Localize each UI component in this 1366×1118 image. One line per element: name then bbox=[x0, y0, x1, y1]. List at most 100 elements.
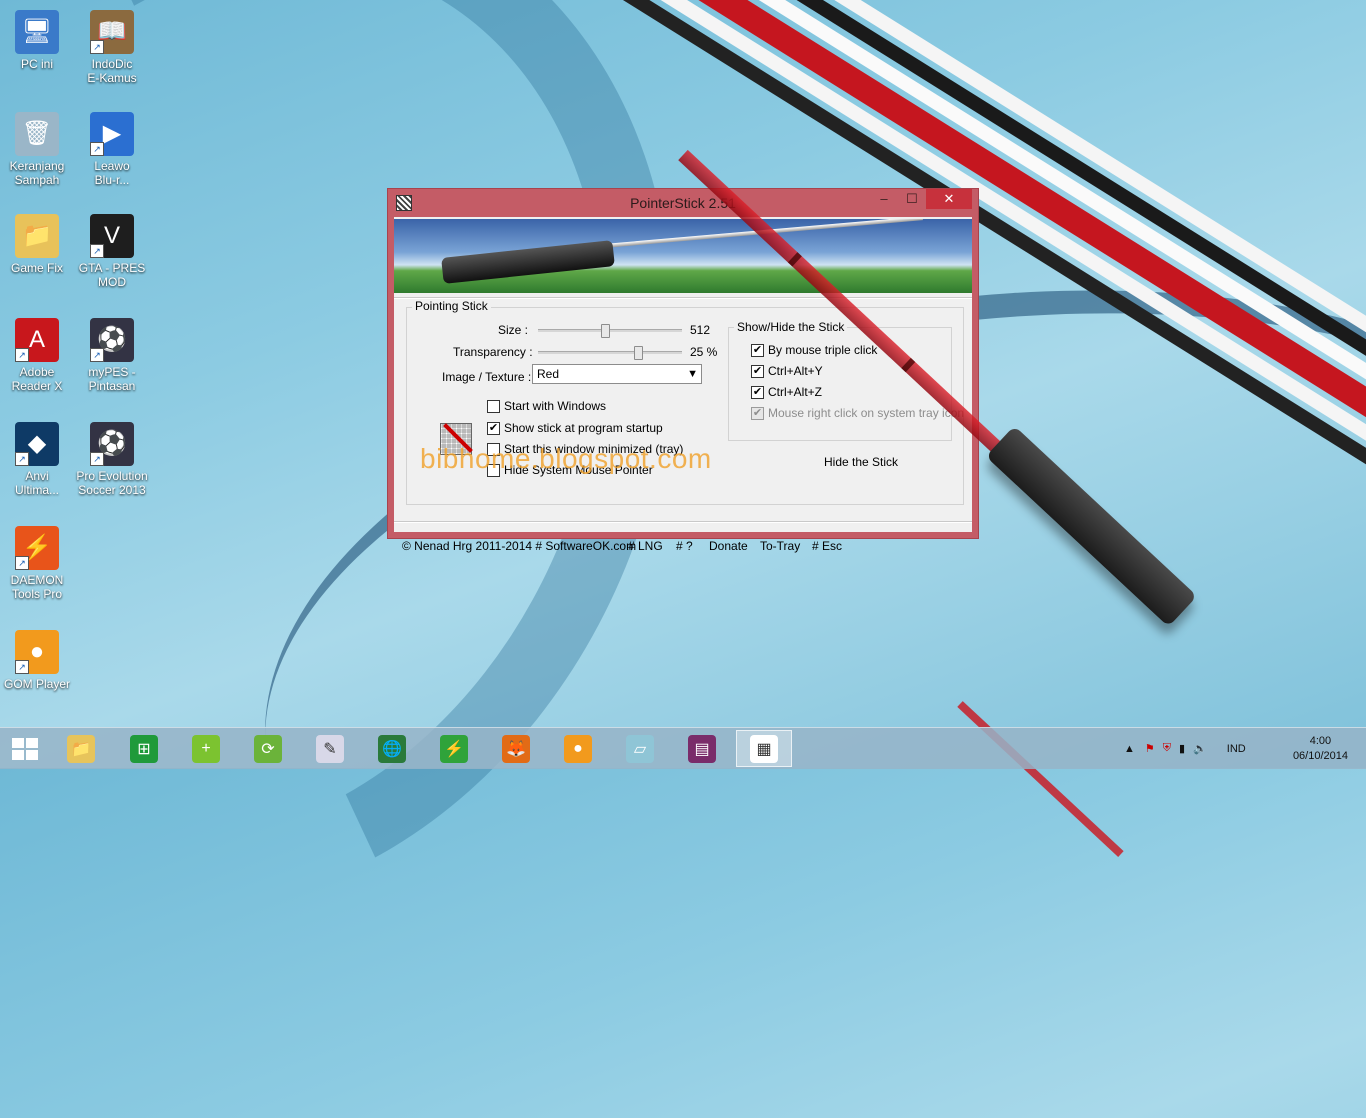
notepad-icon: ✎ bbox=[316, 734, 344, 763]
show-hide-option-label: Ctrl+Alt+Y bbox=[768, 364, 823, 378]
checkmark-icon[interactable]: ✔ bbox=[751, 343, 764, 357]
gom-icon: ● ↗ bbox=[15, 630, 59, 674]
taskbar-button[interactable]: ⟳ bbox=[240, 730, 296, 767]
shortcut-arrow-icon: ↗ bbox=[15, 452, 29, 466]
desktop-shortcut[interactable]: 🗑 Keranjang Sampah bbox=[1, 112, 73, 187]
taskbar-button[interactable]: ● bbox=[550, 730, 606, 767]
taskbar-button[interactable]: ⚡ bbox=[426, 730, 482, 767]
desktop-shortcut[interactable]: ⚽ ↗ Pro Evolution Soccer 2013 bbox=[76, 422, 148, 497]
clock-date: 06/10/2014 bbox=[1292, 750, 1348, 762]
help-link[interactable]: # ? bbox=[676, 539, 693, 553]
window-client: Pointing Stick Size : 512 Transparency :… bbox=[394, 217, 972, 553]
taskbar-button[interactable]: ✎ bbox=[302, 730, 358, 767]
recycle-bin-icon: 🗑 bbox=[15, 112, 59, 156]
taskbar: 📁 ⊞ + ⟳ ✎ 🌐 ⚡ 🦊 ● ▱ ▤ ▦ ▲ ⚑ ⛨ ▮ 🔈 IND 4:00 06/10/20… bbox=[0, 727, 1366, 769]
taskbar-button[interactable]: ▱ bbox=[612, 730, 668, 767]
flag-icon[interactable]: ⚑ bbox=[1145, 742, 1155, 755]
close-button[interactable]: ✕ bbox=[926, 189, 972, 209]
shortcut-arrow-icon: ↗ bbox=[15, 348, 29, 362]
desktop-shortcut[interactable]: ⚽ ↗ myPES - Pintasan bbox=[76, 318, 148, 393]
image-texture-select[interactable]: Red ▼ bbox=[532, 364, 702, 384]
desktop-shortcut-label: Anvi Ultima... bbox=[14, 469, 59, 497]
show-hide-option-label: Mouse right click on system tray icon bbox=[768, 406, 965, 420]
store-icon: ⊞ bbox=[130, 734, 158, 763]
desktop-shortcut[interactable]: 🖥 PC ini bbox=[1, 10, 73, 71]
image-texture-label: Image / Texture : bbox=[442, 370, 532, 384]
taskbar-button[interactable]: 📁 bbox=[53, 730, 109, 767]
file-explorer-icon: 📁 bbox=[67, 734, 95, 763]
transparency-slider[interactable] bbox=[538, 346, 682, 360]
show-hide-option-label: Ctrl+Alt+Z bbox=[768, 385, 823, 399]
checkmark-icon[interactable]: ✔ bbox=[751, 385, 764, 399]
start-button[interactable] bbox=[8, 736, 42, 762]
desktop-shortcut-label: GOM Player bbox=[3, 677, 70, 691]
desktop-shortcut[interactable]: ◆ ↗ Anvi Ultima... bbox=[1, 422, 73, 497]
hide-stick-button[interactable]: Hide the Stick bbox=[824, 455, 898, 469]
shortcut-arrow-icon: ↗ bbox=[15, 556, 29, 570]
checkbox-empty-icon[interactable] bbox=[487, 399, 500, 413]
idm-icon: 🌐 bbox=[378, 734, 406, 763]
taskbar-button[interactable]: ▤ bbox=[674, 730, 730, 767]
anvi-icon: ◆ ↗ bbox=[15, 422, 59, 466]
desktop-shortcut[interactable]: 📁 Game Fix bbox=[1, 214, 73, 275]
desktop-shortcut-label: IndoDic E-Kamus bbox=[87, 57, 137, 85]
desktop-shortcut[interactable]: ● ↗ GOM Player bbox=[1, 630, 73, 691]
taskbar-button[interactable]: 🌐 bbox=[364, 730, 420, 767]
shortcut-arrow-icon: ↗ bbox=[15, 660, 29, 674]
esc-link[interactable]: # Esc bbox=[812, 539, 842, 553]
pointerstick-taskbar-icon: ▦ bbox=[750, 734, 778, 763]
to-tray-link[interactable]: To-Tray bbox=[760, 539, 800, 553]
copyright-link[interactable]: © Nenad Hrg 2011-2014 # SoftwareOK.com bbox=[402, 539, 636, 553]
folder-icon: 📁 bbox=[15, 214, 59, 258]
desktop-shortcut-label: Game Fix bbox=[10, 261, 63, 275]
desktop-shortcut[interactable]: V ↗ GTA - PRES MOD bbox=[76, 214, 148, 289]
option-checkbox[interactable]: ✔ Show stick at program startup bbox=[487, 421, 663, 435]
network-icon[interactable]: ▮ bbox=[1179, 742, 1185, 755]
transparency-label: Transparency : bbox=[453, 345, 533, 359]
taskbar-button[interactable]: ⊞ bbox=[116, 730, 172, 767]
show-hide-checkbox[interactable]: ✔ Ctrl+Alt+Z bbox=[751, 385, 822, 399]
pointerstick-window[interactable]: PointerStick 2.51 ‒ ☐ ✕ Pointing Stick S… bbox=[387, 188, 979, 553]
clock[interactable]: 4:00 06/10/2014 bbox=[1293, 734, 1348, 764]
show-hide-option-label: By mouse triple click bbox=[768, 343, 878, 357]
show-hidden-icons-chevron-icon[interactable]: ▲ bbox=[1124, 743, 1135, 755]
title-bar[interactable]: PointerStick 2.51 ‒ ☐ ✕ bbox=[388, 189, 978, 215]
taskbar-button[interactable]: + bbox=[178, 730, 234, 767]
shortcut-arrow-icon: ↗ bbox=[90, 142, 104, 156]
show-hide-checkbox[interactable]: ✔ By mouse triple click bbox=[751, 343, 877, 357]
desktop-shortcut[interactable]: A ↗ Adobe Reader X bbox=[1, 318, 73, 393]
desktop-shortcut-label: Pro Evolution Soccer 2013 bbox=[76, 469, 148, 497]
pointing-stick-label: Pointing Stick bbox=[412, 299, 491, 313]
size-value: 512 bbox=[690, 323, 711, 337]
option-checkbox[interactable]: Start with Windows bbox=[487, 399, 606, 413]
minimize-button[interactable]: ‒ bbox=[870, 189, 898, 209]
desktop-shortcut[interactable]: 📖 ↗ IndoDic E-Kamus bbox=[76, 10, 148, 85]
clipboard-icon: ▱ bbox=[626, 734, 654, 763]
maximize-button[interactable]: ☐ bbox=[898, 189, 926, 209]
desktop-shortcut-label: GTA - PRES MOD bbox=[78, 261, 146, 289]
taskbar-button[interactable]: 🦊 bbox=[488, 730, 544, 767]
show-hide-checkbox[interactable]: ✔ Ctrl+Alt+Y bbox=[751, 364, 823, 378]
desktop-shortcut[interactable]: ⚡ ↗ DAEMON Tools Pro bbox=[1, 526, 73, 601]
transparency-slider-thumb[interactable] bbox=[634, 346, 643, 360]
pdf-icon: A ↗ bbox=[15, 318, 59, 362]
firefox-icon: 🦊 bbox=[502, 734, 530, 763]
download-app-icon: ⟳ bbox=[254, 734, 282, 763]
donate-link[interactable]: Donate bbox=[709, 539, 748, 553]
taskbar-button[interactable]: ▦ bbox=[736, 730, 792, 767]
plus-app-icon: + bbox=[192, 734, 220, 763]
checkmark-icon[interactable]: ✔ bbox=[487, 421, 500, 435]
pes2013-icon: ⚽ ↗ bbox=[90, 422, 134, 466]
show-hide-checkbox: ✔ Mouse right click on system tray icon bbox=[751, 406, 964, 420]
banner-image bbox=[394, 219, 972, 293]
size-slider-thumb[interactable] bbox=[601, 324, 610, 338]
antivirus-icon[interactable]: ⛨ bbox=[1163, 742, 1171, 755]
desktop-shortcut[interactable]: ▶ ↗ Leawo Blu-r... bbox=[76, 112, 148, 187]
language-link[interactable]: # LNG bbox=[628, 539, 663, 553]
checkmark-icon[interactable]: ✔ bbox=[751, 364, 764, 378]
volume-icon[interactable]: 🔈 bbox=[1193, 742, 1207, 755]
language-indicator[interactable]: IND bbox=[1227, 743, 1246, 755]
shortcut-arrow-icon: ↗ bbox=[90, 244, 104, 258]
size-slider[interactable] bbox=[538, 324, 682, 338]
system-tray: ▲ ⚑ ⛨ ▮ 🔈 IND bbox=[1124, 728, 1246, 769]
